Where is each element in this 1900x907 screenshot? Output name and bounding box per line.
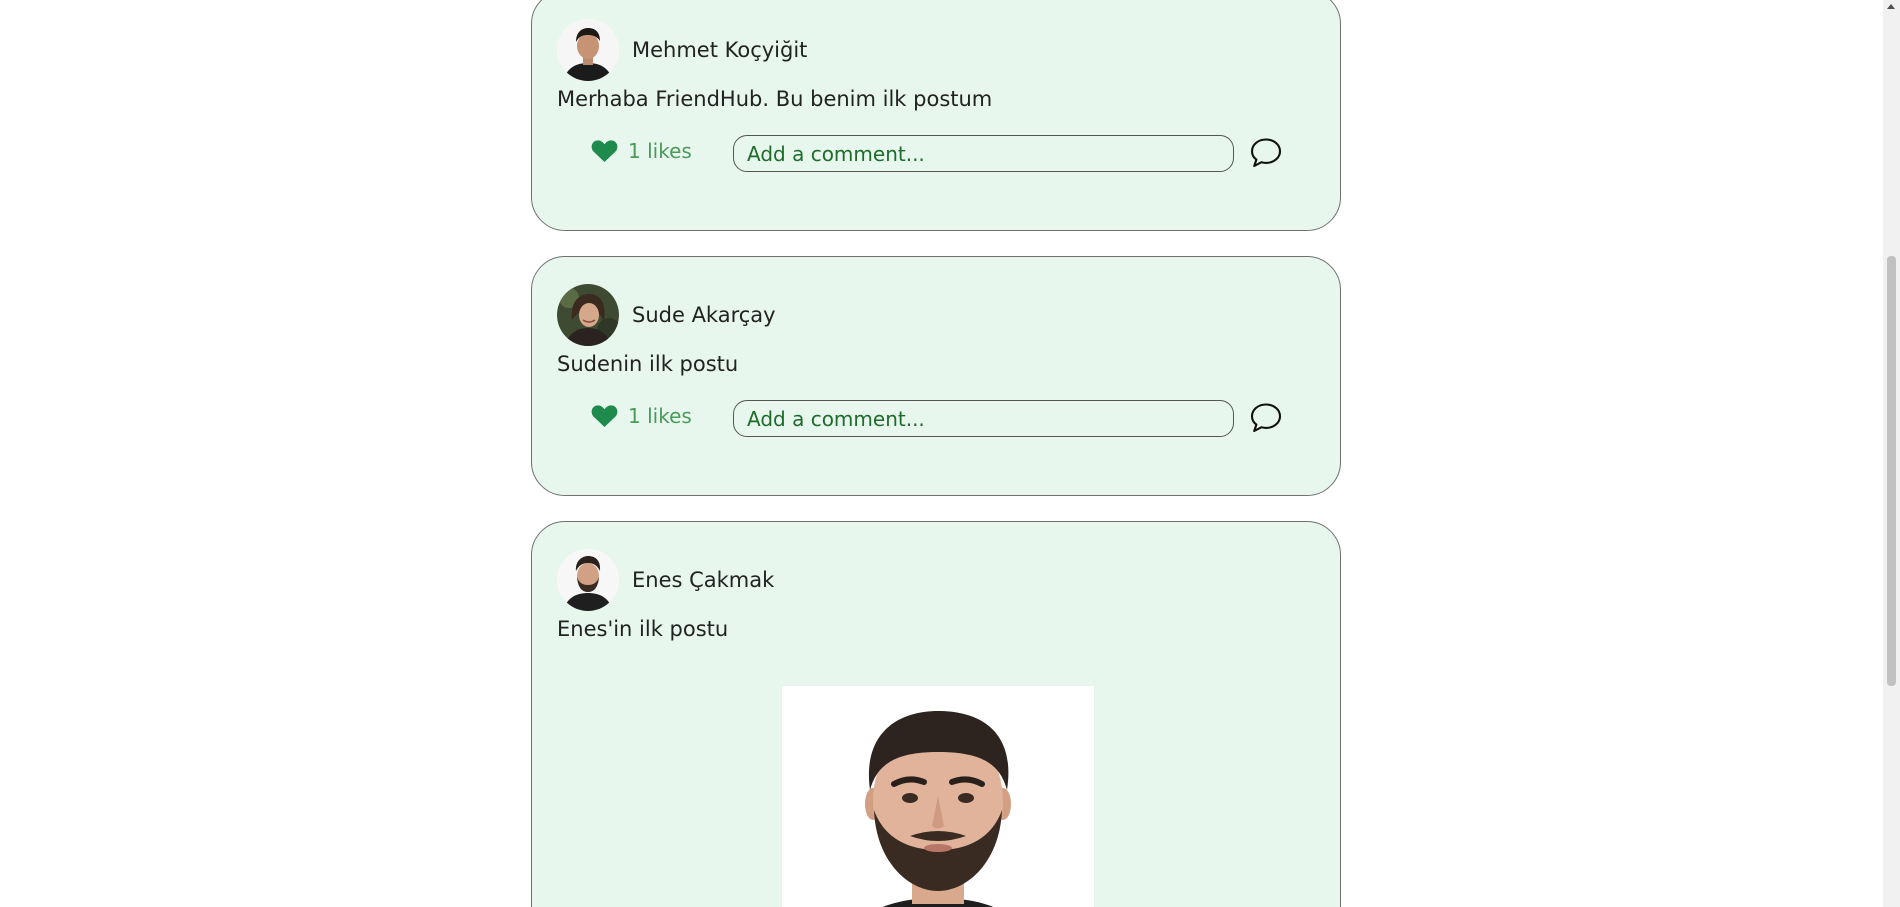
username[interactable]: Mehmet Koçyiğit [632,38,807,62]
post-text: Enes'in ilk postu [557,617,729,641]
feed-page: Mehmet Koçyiğit Merhaba FriendHub. Bu be… [0,0,1900,907]
post-image [782,686,1094,907]
scrollbar[interactable] [1883,0,1900,907]
likes-count: 1 likes [628,404,692,428]
username[interactable]: Sude Akarçay [632,303,776,327]
post-card: Mehmet Koçyiğit Merhaba FriendHub. Bu be… [531,0,1341,231]
likes-count: 1 likes [628,139,692,163]
speech-bubble-icon[interactable] [1249,136,1283,170]
avatar[interactable] [557,284,619,346]
post-actions: 1 likes [532,134,1340,174]
avatar[interactable] [557,19,619,81]
post-text: Sudenin ilk postu [557,352,739,376]
heart-icon[interactable] [591,404,618,428]
heart-icon[interactable] [591,139,618,163]
comment-input[interactable] [733,135,1234,172]
post-card: Enes Çakmak Enes'in ilk postu [531,521,1341,907]
post-card: Sude Akarçay Sudenin ilk postu 1 likes [531,256,1341,496]
post-actions: 1 likes [532,399,1340,439]
scroll-up-arrow-icon[interactable] [1887,4,1895,9]
post-text: Merhaba FriendHub. Bu benim ilk postum [557,87,993,111]
post-header: Mehmet Koçyiğit [557,19,807,81]
username[interactable]: Enes Çakmak [632,568,774,592]
post-header: Enes Çakmak [557,549,774,611]
avatar[interactable] [557,549,619,611]
scrollbar-thumb[interactable] [1887,256,1896,686]
post-header: Sude Akarçay [557,284,776,346]
speech-bubble-icon[interactable] [1249,401,1283,435]
like-button[interactable]: 1 likes [591,404,692,428]
like-button[interactable]: 1 likes [591,139,692,163]
comment-input[interactable] [733,400,1234,437]
